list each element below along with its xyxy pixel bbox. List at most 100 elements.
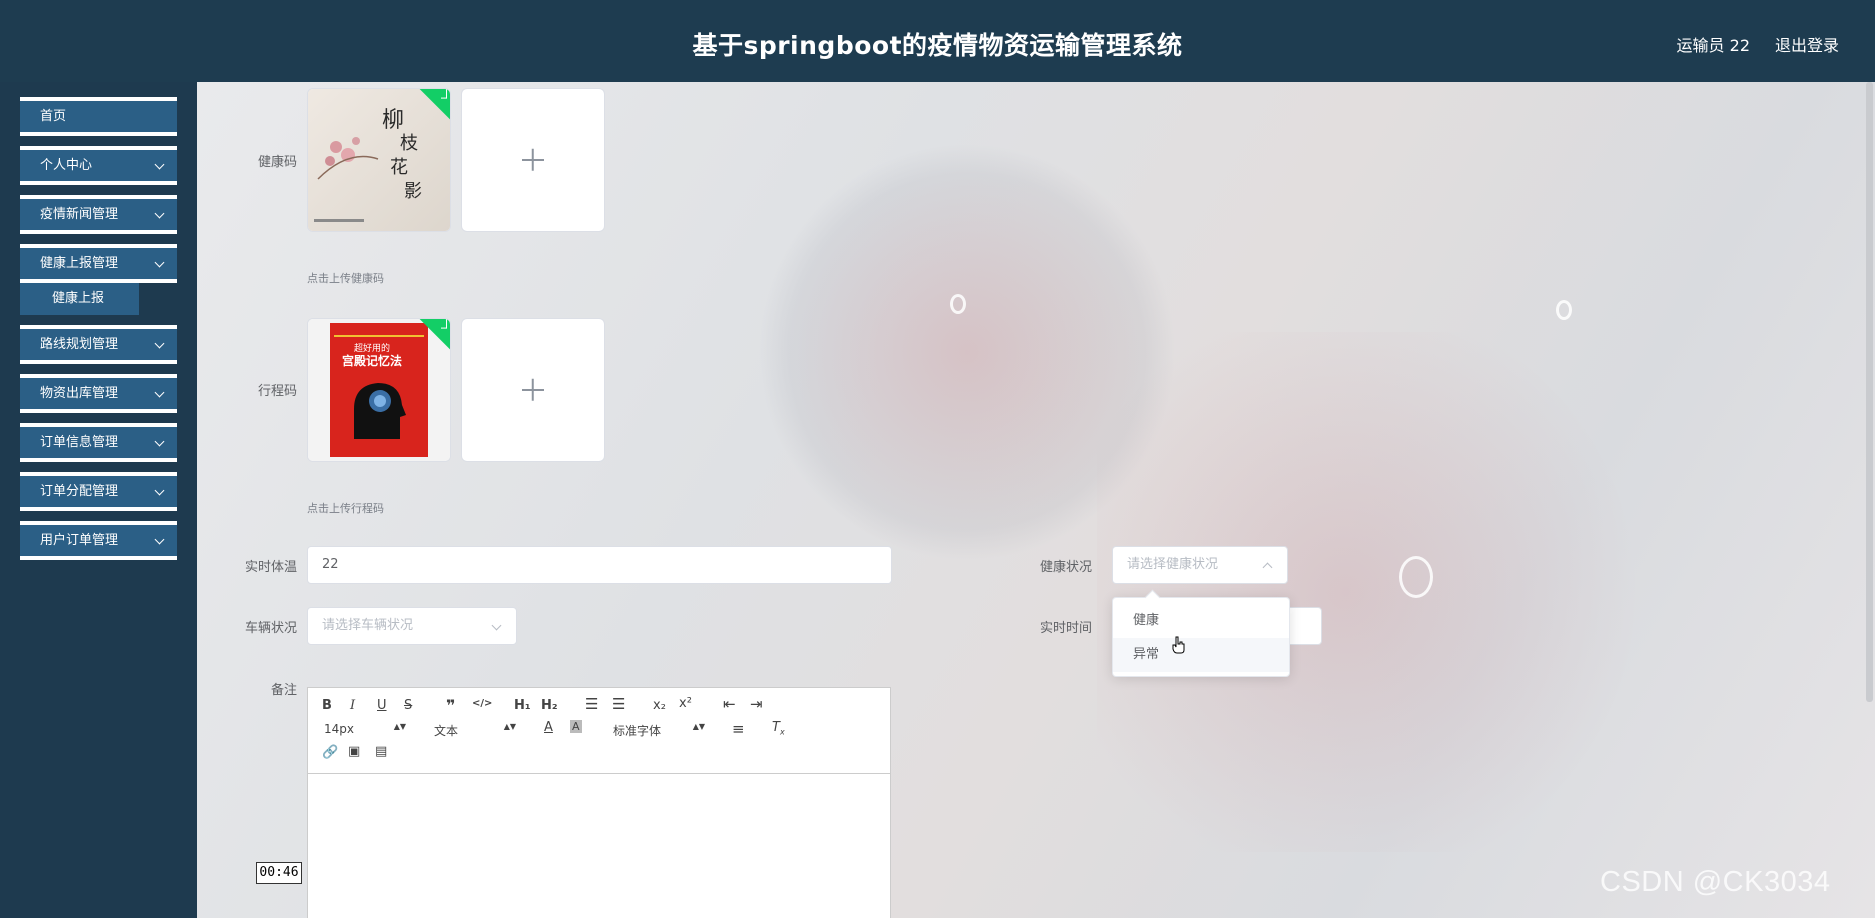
bold-button[interactable]: B bbox=[322, 698, 332, 713]
health-status-dropdown: 健康 异常 bbox=[1112, 597, 1290, 677]
sidebar-item-order-assign[interactable]: 订单分配管理 bbox=[20, 472, 177, 511]
ordered-list-icon[interactable]: ☰ bbox=[585, 695, 598, 713]
trip-code-upload-button[interactable] bbox=[461, 318, 605, 462]
indent-icon[interactable]: ⇥ bbox=[750, 695, 763, 713]
health-status-select[interactable]: 请选择健康状况 bbox=[1112, 546, 1288, 584]
svg-text:宫殿记忆法: 宫殿记忆法 bbox=[342, 353, 402, 368]
top-header: 基于springboot的疫情物资运输管理系统 运输员 22 退出登录 bbox=[0, 0, 1875, 83]
header1-button[interactable]: H₁ bbox=[514, 698, 531, 713]
italic-button[interactable]: I bbox=[350, 698, 355, 713]
logout-link[interactable]: 退出登录 bbox=[1775, 32, 1839, 56]
link-icon[interactable]: 🔗 bbox=[322, 745, 338, 760]
image-icon[interactable]: ▣ bbox=[348, 744, 360, 759]
trip-code-image[interactable]: 超好用的 宫殿记忆法 bbox=[307, 318, 451, 462]
font-color-icon[interactable]: A bbox=[544, 720, 553, 735]
svg-text:超好用的: 超好用的 bbox=[354, 342, 390, 354]
app-title: 基于springboot的疫情物资运输管理系统 bbox=[692, 31, 1183, 60]
editor-content-area[interactable] bbox=[308, 774, 890, 918]
header-picker[interactable]: 文本 ▲▼ bbox=[434, 722, 516, 739]
chevron-up-icon bbox=[1262, 562, 1273, 573]
background-ring bbox=[1399, 556, 1433, 598]
video-icon[interactable]: ▤ bbox=[375, 744, 387, 759]
subscript-button[interactable]: x₂ bbox=[653, 698, 666, 713]
editor-toolbar: B I U S ❞ </> H₁ H₂ ☰ ☰ x₂ x² ⇤ ⇥ 14px ▲… bbox=[308, 688, 890, 774]
chevron-down-icon bbox=[154, 208, 165, 219]
sidebar-item-label: 物资出库管理 bbox=[40, 386, 119, 401]
health-code-upload-button[interactable] bbox=[461, 88, 605, 232]
vertical-scrollbar[interactable] bbox=[1866, 82, 1873, 702]
svg-text:影: 影 bbox=[404, 181, 422, 202]
watermark: CSDN @CK3034 bbox=[1600, 866, 1831, 898]
svg-text:枝: 枝 bbox=[400, 133, 418, 154]
sidebar: 首页 个人中心 疫情新闻管理 健康上报管理 健康上报 路线规划管理 物资出库管理… bbox=[0, 82, 197, 918]
picker-arrows-icon: ▲▼ bbox=[393, 722, 406, 731]
outdent-icon[interactable]: ⇤ bbox=[723, 695, 736, 713]
remark-label: 备注 bbox=[270, 683, 297, 698]
sidebar-item-label: 订单分配管理 bbox=[40, 484, 119, 499]
check-icon bbox=[441, 89, 447, 99]
check-icon bbox=[441, 319, 447, 329]
temperature-input[interactable]: 22 bbox=[307, 546, 892, 584]
sidebar-item-user-orders[interactable]: 用户订单管理 bbox=[20, 521, 177, 560]
font-family-value: 标准字体 bbox=[613, 724, 662, 738]
sidebar-item-label: 健康上报管理 bbox=[40, 256, 119, 271]
sidebar-subitem-health-report[interactable]: 健康上报 bbox=[20, 283, 139, 315]
video-timestamp: 00:46 bbox=[256, 862, 302, 884]
option-label: 异常 bbox=[1133, 647, 1160, 662]
font-size-picker[interactable]: 14px ▲▼ bbox=[324, 722, 406, 736]
strike-button[interactable]: S bbox=[404, 698, 412, 713]
chevron-down-icon bbox=[154, 436, 165, 447]
sidebar-item-label: 用户订单管理 bbox=[40, 533, 119, 548]
background-ring bbox=[1556, 300, 1572, 320]
vehicle-status-select[interactable]: 请选择车辆状况 bbox=[307, 607, 517, 645]
realtime-label: 实时时间 bbox=[1039, 621, 1092, 636]
clear-format-icon[interactable]: Tx bbox=[772, 720, 785, 737]
book-cover-image: 超好用的 宫殿记忆法 bbox=[308, 319, 450, 461]
health-code-image[interactable]: 柳 枝 花 影 bbox=[307, 88, 451, 232]
superscript-button[interactable]: x² bbox=[679, 696, 692, 711]
font-size-value: 14px bbox=[324, 722, 354, 736]
svg-text:花: 花 bbox=[390, 157, 408, 178]
chevron-down-icon bbox=[154, 534, 165, 545]
health-status-placeholder: 请选择健康状况 bbox=[1127, 557, 1219, 572]
sidebar-item-news[interactable]: 疫情新闻管理 bbox=[20, 195, 177, 234]
picker-arrows-icon: ▲▼ bbox=[503, 722, 516, 731]
chevron-down-icon bbox=[491, 620, 502, 631]
background-color-icon[interactable]: A bbox=[570, 720, 582, 733]
sidebar-item-home[interactable]: 首页 bbox=[20, 97, 177, 136]
font-family-picker[interactable]: 标准字体 ▲▼ bbox=[613, 722, 705, 739]
blockquote-button[interactable]: ❞ bbox=[446, 696, 455, 715]
chevron-down-icon bbox=[154, 159, 165, 170]
chevron-down-icon bbox=[154, 257, 165, 268]
sidebar-item-label: 订单信息管理 bbox=[40, 435, 119, 450]
sidebar-subitem-label: 健康上报 bbox=[52, 291, 105, 306]
trip-code-tip: 点击上传行程码 bbox=[307, 502, 384, 515]
chevron-down-icon bbox=[154, 485, 165, 496]
svg-text:柳: 柳 bbox=[382, 108, 404, 133]
underline-button[interactable]: U bbox=[377, 698, 387, 713]
sidebar-item-label: 疫情新闻管理 bbox=[40, 207, 119, 222]
health-code-label: 健康码 bbox=[257, 155, 297, 170]
sidebar-item-health-report[interactable]: 健康上报管理 bbox=[20, 244, 177, 283]
current-user-label: 运输员 22 bbox=[1676, 36, 1750, 55]
vehicle-status-placeholder: 请选择车辆状况 bbox=[322, 618, 414, 633]
header2-button[interactable]: H₂ bbox=[541, 698, 558, 713]
background-ring bbox=[950, 294, 966, 314]
sidebar-item-route-planning[interactable]: 路线规划管理 bbox=[20, 325, 177, 364]
align-icon[interactable]: ≡ bbox=[732, 720, 745, 738]
sidebar-item-outbound[interactable]: 物资出库管理 bbox=[20, 374, 177, 413]
chevron-down-icon bbox=[154, 387, 165, 398]
chevron-down-icon bbox=[154, 338, 165, 349]
code-block-button[interactable]: </> bbox=[472, 698, 492, 709]
picker-arrows-icon: ▲▼ bbox=[692, 722, 705, 731]
sidebar-item-order-info[interactable]: 订单信息管理 bbox=[20, 423, 177, 462]
health-code-tip: 点击上传健康码 bbox=[307, 272, 384, 285]
dropdown-option-abnormal[interactable]: 异常 bbox=[1113, 638, 1289, 672]
bullet-list-icon[interactable]: ☰ bbox=[612, 695, 625, 713]
book-cover-image: 柳 枝 花 影 bbox=[308, 89, 450, 231]
option-label: 健康 bbox=[1133, 613, 1160, 628]
temperature-label: 实时体温 bbox=[244, 560, 297, 575]
dropdown-option-healthy[interactable]: 健康 bbox=[1113, 604, 1289, 638]
hand-pointer-icon bbox=[1172, 636, 1185, 654]
sidebar-item-personal-center[interactable]: 个人中心 bbox=[20, 146, 177, 185]
